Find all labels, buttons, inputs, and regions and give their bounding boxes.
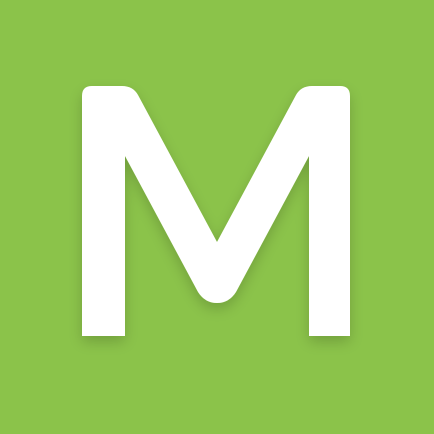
app-icon — [0, 0, 434, 434]
m-letter-glyph — [82, 86, 350, 336]
m-logo-icon — [82, 86, 350, 336]
